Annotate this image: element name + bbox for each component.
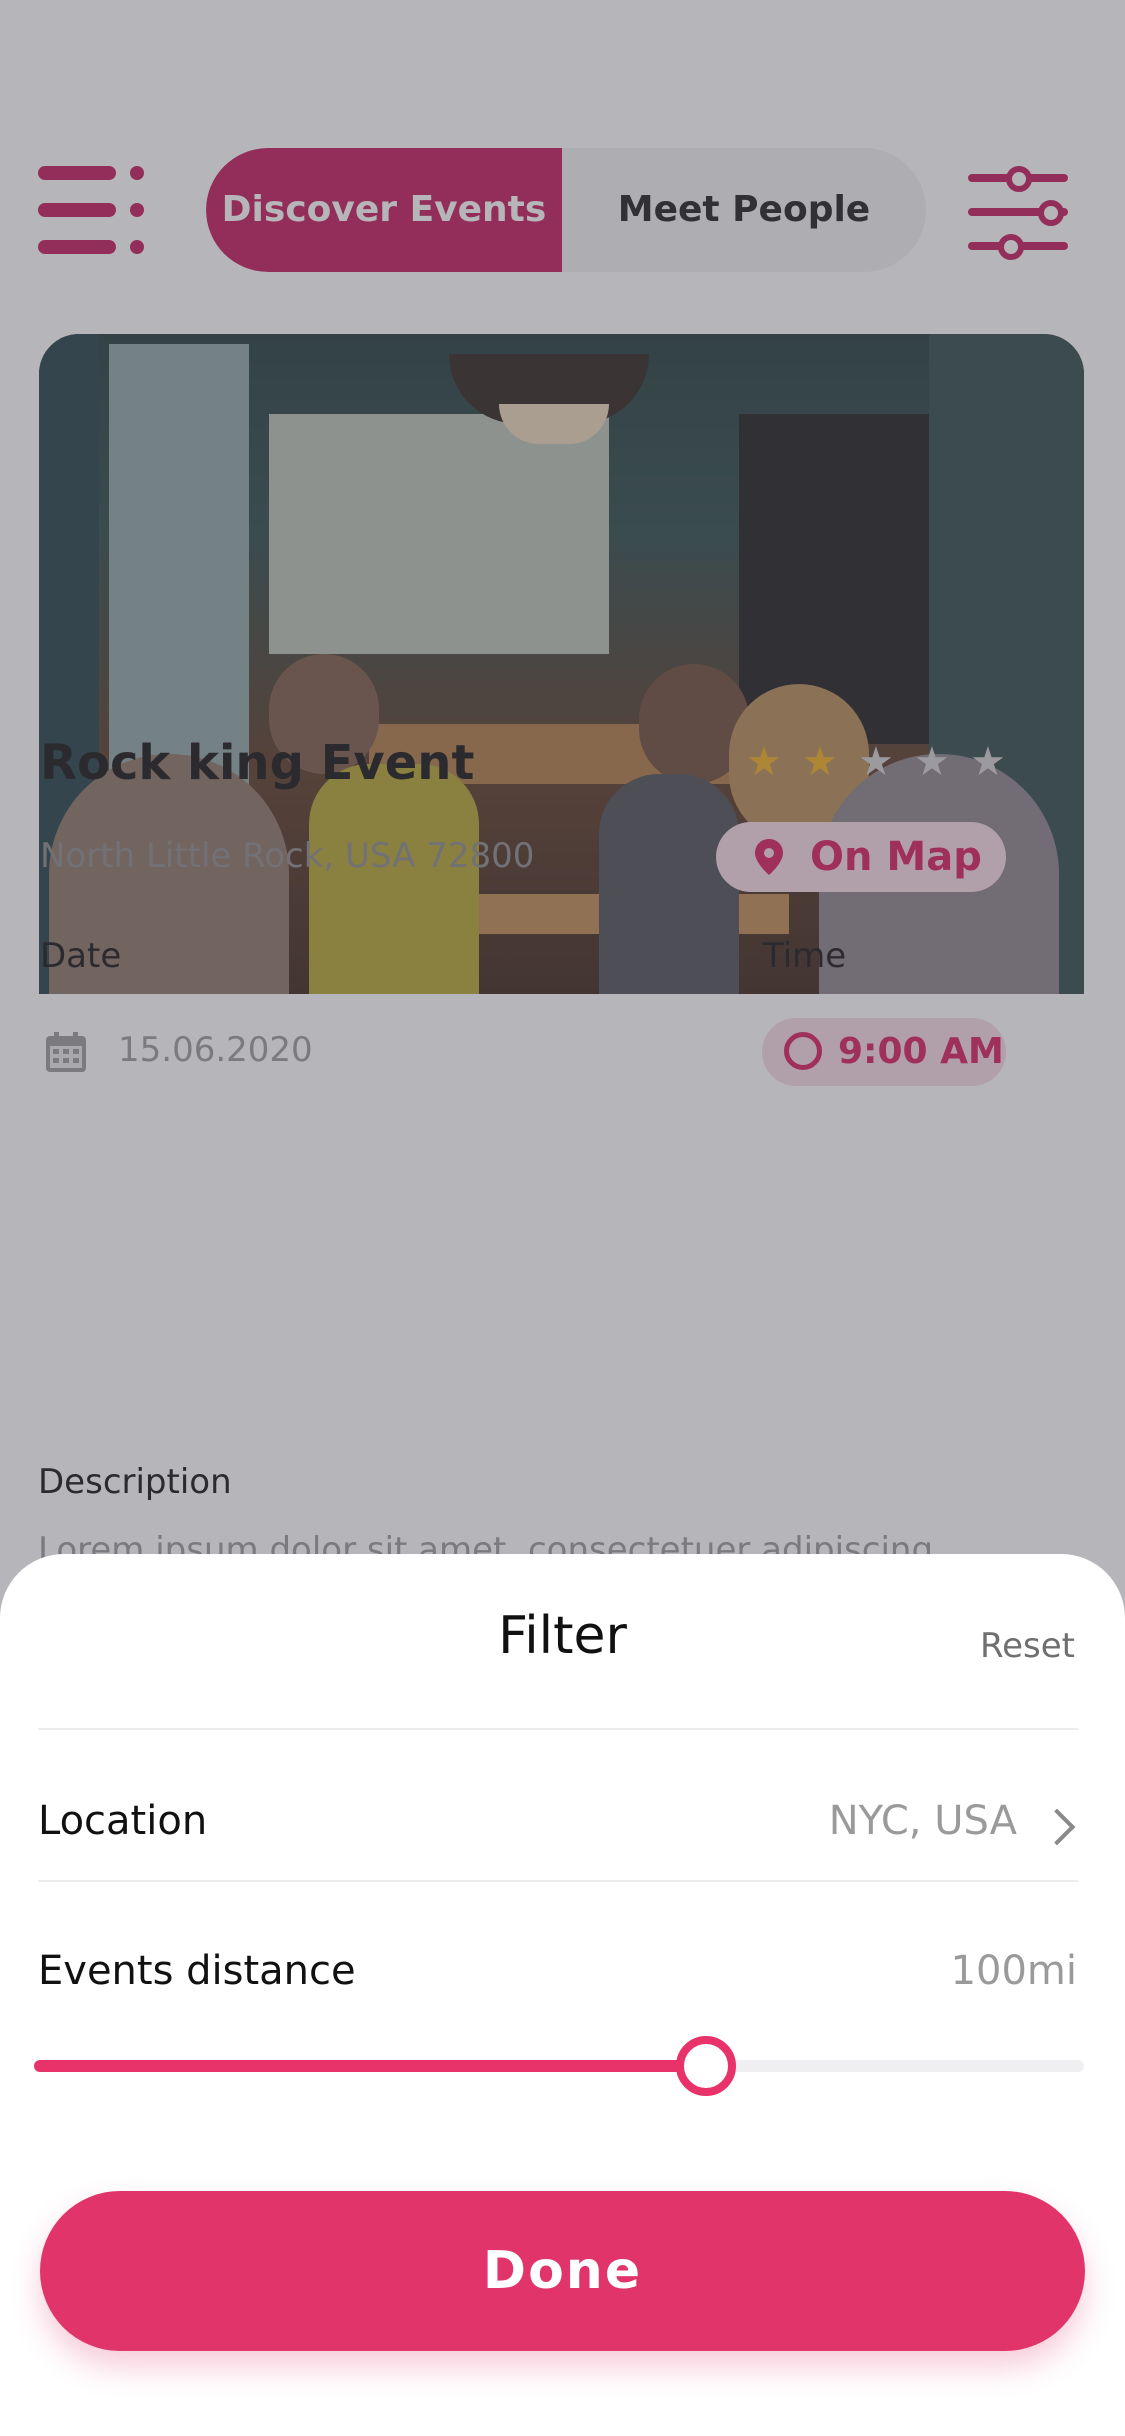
location-label: Location <box>38 1798 208 1844</box>
chevron-right-icon[interactable] <box>1038 1808 1076 1846</box>
slider-fill <box>34 2060 706 2072</box>
slider-thumb[interactable] <box>676 2036 736 2096</box>
sheet-title: Filter <box>498 1606 627 1666</box>
divider <box>38 1880 1078 1882</box>
distance-slider[interactable] <box>34 2036 1084 2096</box>
reset-button[interactable]: Reset <box>980 1626 1075 1666</box>
distance-value: 100mi <box>950 1948 1077 1994</box>
filter-sheet: Filter Reset Location NYC, USA Events di… <box>0 1554 1125 2436</box>
divider <box>38 1728 1078 1730</box>
location-value[interactable]: NYC, USA <box>829 1798 1017 1844</box>
done-button[interactable]: Done <box>40 2191 1085 2351</box>
distance-label: Events distance <box>38 1948 356 1994</box>
